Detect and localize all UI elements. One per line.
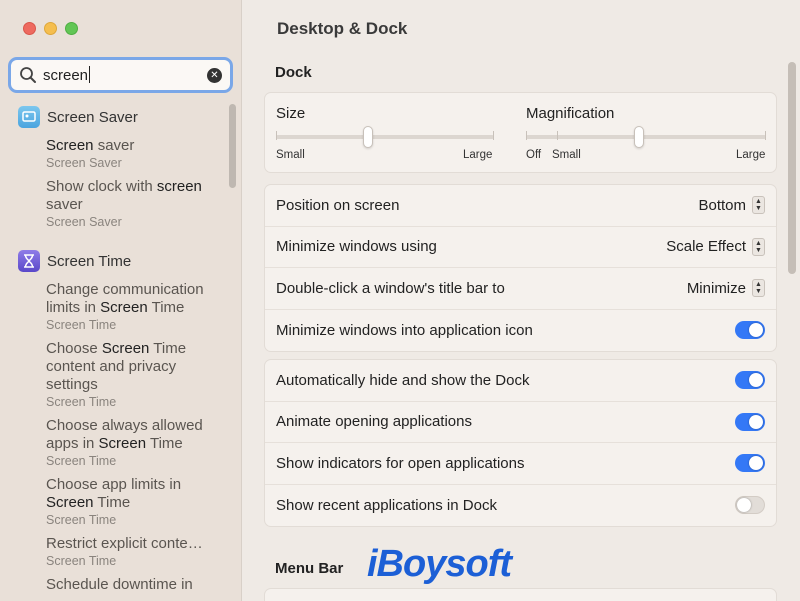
- result-title: Restrict explicit conte…: [46, 535, 203, 552]
- setting-label: Show recent applications in Dock: [276, 496, 497, 514]
- dock-behavior-card: Position on screen Bottom ▲ ▼ Minimize windo…: [264, 184, 777, 352]
- screen-saver-icon: [18, 106, 40, 128]
- main-pane: Desktop & Dock Dock Size Small Large Mag…: [242, 0, 800, 601]
- size-label: Size: [276, 105, 306, 122]
- result-title: Choose always allowed apps in Screen Tim…: [46, 417, 203, 452]
- minimize-windows-using-popup[interactable]: Scale Effect ▲ ▼: [666, 237, 765, 256]
- chevron-up-down-icon: ▲ ▼: [752, 196, 765, 215]
- search-result-item[interactable]: Choose always allowed apps in Screen Tim…: [0, 417, 228, 469]
- result-source: Screen Saver: [46, 156, 122, 170]
- setting-label: Double-click a window's title bar to: [276, 279, 505, 297]
- result-title: Show clock with screen saver: [46, 178, 202, 213]
- size-min-label: Small: [276, 149, 305, 161]
- page-title: Desktop & Dock: [277, 19, 408, 38]
- position-on-screen-popup[interactable]: Bottom ▲ ▼: [698, 196, 765, 215]
- hourglass-icon: [18, 250, 40, 272]
- dock-appearance-card: Automatically hide and show the Dock Anim…: [264, 359, 777, 527]
- setting-row-automatically-hide-and-show-the-dock: Automatically hide and show the Dock: [265, 360, 776, 402]
- result-title: Choose Screen Time content and privacy s…: [46, 340, 187, 393]
- result-title: Choose app limits in Screen Time: [46, 476, 182, 511]
- size-slider-thumb[interactable]: [362, 126, 373, 148]
- search-icon: [20, 67, 36, 83]
- sidebar: screen ✕ Screen Saver Screen saver Screen …: [0, 0, 242, 601]
- automatically-hide-and-show-the-dock-toggle[interactable]: [735, 371, 765, 390]
- result-group-header[interactable]: Screen Saver: [0, 104, 228, 130]
- result-group-title: Screen Saver: [47, 108, 138, 126]
- setting-label: Minimize windows into application icon: [276, 321, 533, 339]
- setting-label: Position on screen: [276, 196, 400, 214]
- setting-row-minimize-windows-into-application-icon: Minimize windows into application icon: [265, 310, 776, 352]
- setting-row-show-indicators-for-open-applications: Show indicators for open applications: [265, 443, 776, 485]
- result-source: Screen Saver: [46, 215, 122, 229]
- result-group-title: Screen Time: [47, 252, 132, 270]
- clear-search-icon[interactable]: ✕: [207, 67, 222, 83]
- menu-bar-card: [264, 588, 777, 601]
- minimize-windows-into-application-icon-toggle[interactable]: [735, 321, 765, 340]
- result-source: Screen Time: [46, 395, 117, 409]
- zoom-window-button[interactable]: [65, 22, 78, 35]
- window-controls: [23, 22, 78, 35]
- setting-row-animate-opening-applications: Animate opening applications: [265, 402, 776, 443]
- search-result-item[interactable]: Choose Screen Time content and privacy s…: [0, 340, 228, 410]
- setting-label: Animate opening applications: [276, 413, 472, 431]
- double-click-a-window-s-title-bar-to-popup[interactable]: Minimize ▲ ▼: [687, 279, 765, 298]
- result-title: Screen saver: [46, 137, 135, 154]
- search-result-item[interactable]: Screen saver Screen Saver: [0, 137, 228, 171]
- setting-row-position-on-screen: Position on screen Bottom ▲ ▼: [265, 185, 776, 227]
- result-source: Screen Time: [46, 454, 117, 468]
- setting-row-double-click-a-window-s-title-bar-to: Double-click a window's title bar to Mini…: [265, 268, 776, 310]
- setting-row-minimize-windows-using: Minimize windows using Scale Effect ▲ ▼: [265, 227, 776, 268]
- result-title: Schedule downtime in: [46, 576, 193, 593]
- setting-label: Minimize windows using: [276, 238, 437, 256]
- magnification-min-label: Small: [552, 149, 581, 161]
- show-indicators-for-open-applications-toggle[interactable]: [735, 454, 765, 473]
- search-field[interactable]: screen ✕: [8, 57, 233, 93]
- setting-label: Automatically hide and show the Dock: [276, 371, 530, 389]
- search-result-item[interactable]: Change communication limits in Screen Ti…: [0, 281, 228, 333]
- size-slider[interactable]: [276, 126, 494, 153]
- search-result-item[interactable]: Show clock with screen saver Screen Saver: [0, 178, 228, 230]
- result-source: Screen Time: [46, 513, 117, 527]
- chevron-up-down-icon: ▲ ▼: [752, 279, 765, 298]
- close-window-button[interactable]: [23, 22, 36, 35]
- section-title-dock: Dock: [275, 64, 312, 81]
- search-result-item[interactable]: Schedule downtime in: [0, 576, 228, 594]
- search-results-list: Screen Saver Screen saver Screen Saver Show…: [0, 104, 228, 594]
- search-input[interactable]: screen: [43, 66, 207, 84]
- show-recent-applications-in-dock-toggle[interactable]: [735, 496, 765, 515]
- result-title: Change communication limits in Screen Ti…: [46, 281, 204, 316]
- chevron-up-down-icon: ▲ ▼: [752, 237, 765, 256]
- result-group-header[interactable]: Screen Time: [0, 248, 228, 274]
- result-source: Screen Time: [46, 554, 117, 568]
- magnification-off-label: Off: [526, 149, 542, 161]
- result-source: Screen Time: [46, 318, 117, 332]
- minimize-window-button[interactable]: [44, 22, 57, 35]
- setting-row-show-recent-applications-in-dock: Show recent applications in Dock: [265, 485, 776, 527]
- watermark-logo: iBoysoft: [367, 543, 512, 585]
- animate-opening-applications-toggle[interactable]: [735, 412, 765, 431]
- sidebar-scrollbar[interactable]: [229, 104, 236, 188]
- dock-size-card: Size Small Large Magnification Off Small…: [264, 92, 777, 173]
- magnification-label: Magnification: [526, 105, 615, 122]
- setting-label: Show indicators for open applications: [276, 454, 525, 472]
- search-result-item[interactable]: Restrict explicit conte… Screen Time: [0, 535, 228, 569]
- main-scrollbar[interactable]: [788, 62, 796, 274]
- magnification-max-label: Large: [736, 149, 766, 161]
- search-result-item[interactable]: Choose app limits in Screen Time Screen T…: [0, 476, 228, 528]
- section-title-menu-bar: Menu Bar: [275, 560, 344, 577]
- magnification-slider-thumb[interactable]: [633, 126, 644, 148]
- size-max-label: Large: [463, 149, 493, 161]
